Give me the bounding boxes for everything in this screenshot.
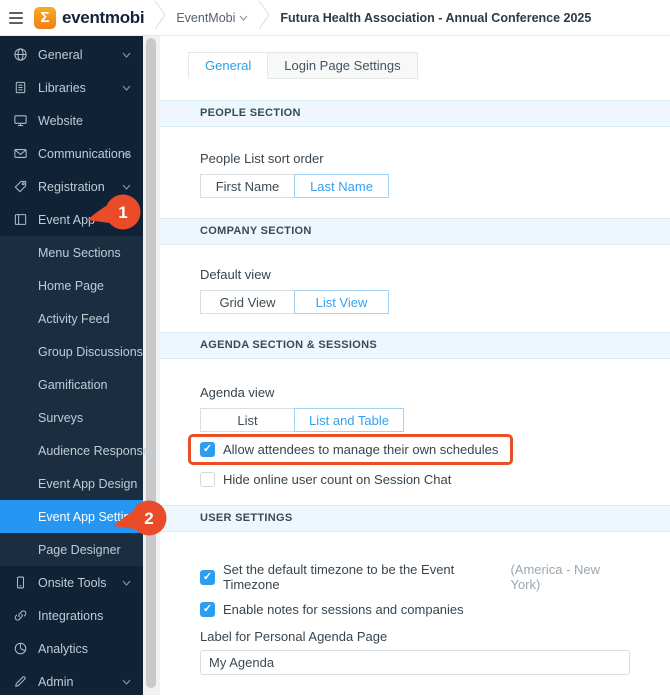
enable-notes-row: Enable notes for sessions and companies bbox=[200, 602, 630, 617]
vertical-scrollbar-track[interactable] bbox=[143, 36, 160, 695]
chevron-down-icon bbox=[122, 52, 131, 58]
company-default-view-label: Default view bbox=[200, 267, 271, 282]
envelope-icon bbox=[13, 146, 29, 162]
sidebar-item-integrations[interactable]: Integrations bbox=[0, 599, 143, 632]
sidebar-item-label: Libraries bbox=[38, 80, 86, 95]
sidebar-item-label: Onsite Tools bbox=[38, 575, 107, 590]
sidebar-item-registration[interactable]: Registration bbox=[0, 170, 143, 203]
sidebar-item-event-app-design[interactable]: Event App Design bbox=[0, 467, 143, 500]
chevron-down-icon bbox=[239, 15, 248, 21]
tag-icon bbox=[13, 179, 29, 195]
sidebar-item-admin[interactable]: Admin bbox=[0, 665, 143, 698]
allow-manage-schedules-label: Allow attendees to manage their own sche… bbox=[223, 442, 499, 457]
pie-chart-icon bbox=[13, 641, 29, 657]
sidebar-item-onsite-tools[interactable]: Onsite Tools bbox=[0, 566, 143, 599]
people-sort-label: People List sort order bbox=[200, 151, 324, 166]
sidebar-item-label: Admin bbox=[38, 674, 74, 689]
list-view-toggle-button[interactable]: List View bbox=[294, 290, 389, 314]
sidebar-nav: General Libraries Website Communications… bbox=[0, 36, 150, 698]
personal-agenda-input[interactable] bbox=[200, 650, 630, 675]
sidebar-item-communications[interactable]: Communications bbox=[0, 137, 143, 170]
library-icon bbox=[13, 80, 29, 96]
tab-general[interactable]: General bbox=[188, 52, 269, 79]
sidebar-item-analytics[interactable]: Analytics bbox=[0, 632, 143, 665]
enable-notes-label: Enable notes for sessions and companies bbox=[223, 602, 464, 617]
people-section-header: PEOPLE SECTION bbox=[160, 100, 670, 127]
tab-login-page-settings[interactable]: Login Page Settings bbox=[268, 52, 418, 79]
timezone-checkbox[interactable] bbox=[200, 569, 215, 585]
grid-view-toggle-button[interactable]: Grid View bbox=[200, 290, 295, 314]
timezone-label: Set the default timezone to be the Event… bbox=[223, 562, 455, 592]
sidebar-item-menu-sections[interactable]: Menu Sections bbox=[0, 236, 143, 269]
link-icon bbox=[13, 608, 29, 624]
chevron-down-icon bbox=[122, 184, 131, 190]
sidebar-item-label: Event App bbox=[38, 212, 95, 227]
sidebar-item-group-discussions[interactable]: Group Discussions bbox=[0, 335, 143, 368]
sidebar-item-gamification[interactable]: Gamification bbox=[0, 368, 143, 401]
agenda-section-header: AGENDA SECTION & SESSIONS bbox=[160, 332, 670, 359]
sidebar-item-page-designer[interactable]: Page Designer bbox=[0, 533, 143, 566]
sidebar-item-audience-response[interactable]: Audience Response bbox=[0, 434, 150, 467]
vertical-scrollbar-thumb[interactable] bbox=[146, 38, 156, 688]
user-settings-section-header: USER SETTINGS bbox=[160, 505, 670, 532]
sidebar-item-label: Website bbox=[38, 113, 83, 128]
sidebar-item-surveys[interactable]: Surveys bbox=[0, 401, 143, 434]
allow-manage-schedules-row: Allow attendees to manage their own sche… bbox=[200, 442, 498, 457]
company-view-toggle: Grid View List View bbox=[200, 290, 630, 314]
chevron-down-icon bbox=[122, 151, 131, 157]
enable-notes-checkbox[interactable] bbox=[200, 602, 215, 617]
list-and-table-toggle-button[interactable]: List and Table bbox=[294, 408, 404, 432]
app-window-icon bbox=[13, 212, 29, 228]
top-header: Σ eventmobi EventMobi Futura Health Asso… bbox=[0, 0, 670, 36]
sidebar-item-website[interactable]: Website bbox=[0, 104, 143, 137]
annotation-highlight-box: Allow attendees to manage their own sche… bbox=[188, 434, 514, 465]
agenda-view-toggle: List List and Table bbox=[200, 408, 630, 432]
hamburger-menu-icon[interactable] bbox=[9, 9, 23, 27]
breadcrumb-event-title: Futura Health Association - Annual Confe… bbox=[280, 10, 592, 25]
globe-icon bbox=[13, 47, 29, 63]
hide-user-count-checkbox[interactable] bbox=[200, 472, 215, 487]
chevron-up-icon bbox=[122, 216, 131, 223]
sidebar-item-label: Integrations bbox=[38, 608, 104, 623]
agenda-view-label: Agenda view bbox=[200, 385, 275, 400]
list-toggle-button[interactable]: List bbox=[200, 408, 295, 432]
timezone-note: (America - New York) bbox=[510, 562, 601, 592]
hide-user-count-row: Hide online user count on Session Chat bbox=[200, 472, 630, 487]
settings-tabs: General Login Page Settings bbox=[188, 52, 670, 79]
hide-user-count-label: Hide online user count on Session Chat bbox=[223, 472, 452, 487]
breadcrumb-separator-icon bbox=[258, 0, 271, 35]
allow-manage-schedules-checkbox[interactable] bbox=[200, 442, 215, 457]
sidebar-item-label: Registration bbox=[38, 179, 105, 194]
sidebar-item-label: Communications bbox=[38, 146, 132, 161]
company-section-header: COMPANY SECTION bbox=[160, 218, 670, 245]
chevron-down-icon bbox=[122, 679, 131, 685]
personal-agenda-label: Label for Personal Agenda Page bbox=[200, 629, 388, 644]
chevron-down-icon bbox=[122, 580, 131, 586]
smartphone-icon bbox=[13, 575, 29, 591]
chevron-down-icon bbox=[122, 85, 131, 91]
people-sort-toggle: First Name Last Name bbox=[200, 174, 630, 198]
eventmobi-wordmark: eventmobi bbox=[62, 7, 145, 27]
sidebar-item-home-page[interactable]: Home Page bbox=[0, 269, 143, 302]
timezone-row: Set the default timezone to be the Event… bbox=[200, 562, 630, 592]
sidebar-item-label: General bbox=[38, 47, 83, 62]
sidebar-item-general[interactable]: General bbox=[0, 38, 143, 71]
breadcrumb-org-dropdown[interactable]: EventMobi bbox=[176, 11, 248, 25]
monitor-icon bbox=[13, 113, 29, 129]
sidebar-item-activity-feed[interactable]: Activity Feed bbox=[0, 302, 143, 335]
eventmobi-logo-icon: Σ bbox=[34, 6, 56, 29]
sidebar-item-event-app[interactable]: Event App bbox=[0, 203, 143, 236]
sidebar-item-event-app-settings[interactable]: Event App Settings bbox=[0, 500, 144, 533]
last-name-toggle-button[interactable]: Last Name bbox=[294, 174, 389, 198]
first-name-toggle-button[interactable]: First Name bbox=[200, 174, 295, 198]
pencil-icon bbox=[13, 674, 29, 690]
sidebar-item-label: Analytics bbox=[38, 641, 89, 656]
sidebar-item-libraries[interactable]: Libraries bbox=[0, 71, 143, 104]
event-app-submenu: Menu Sections Home Page Activity Feed Gr… bbox=[0, 236, 150, 566]
eventmobi-logo[interactable]: Σ eventmobi bbox=[34, 6, 145, 29]
main-content: General Login Page Settings PEOPLE SECTI… bbox=[160, 36, 670, 695]
breadcrumb-separator-icon bbox=[154, 0, 167, 35]
